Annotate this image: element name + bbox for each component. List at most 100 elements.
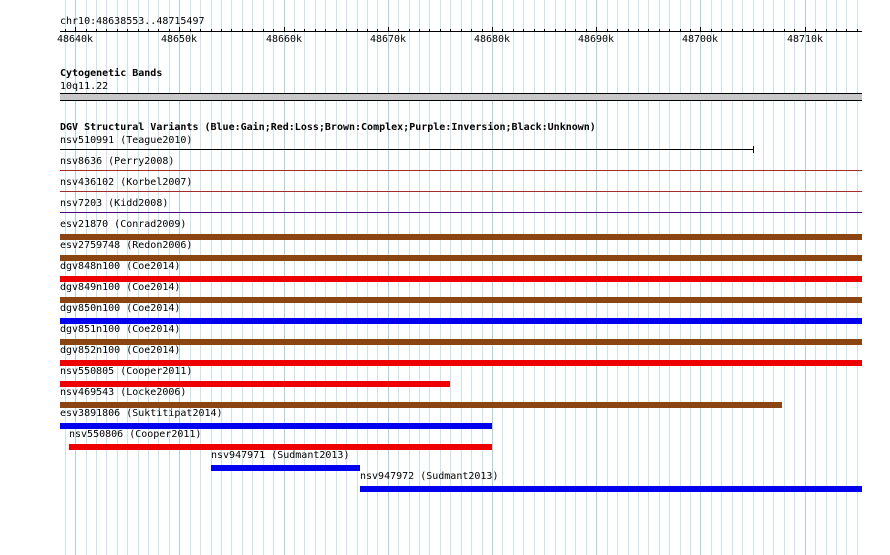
dgv-feature-label[interactable]: dgv849n100 (Coe2014) bbox=[60, 282, 180, 293]
dgv-feature-bar[interactable] bbox=[211, 465, 360, 471]
ruler-minor-tick bbox=[732, 29, 733, 32]
cytoband-label: 10q11.22 bbox=[60, 81, 109, 92]
ruler-minor-tick bbox=[357, 29, 358, 32]
ruler-minor-tick bbox=[450, 29, 451, 32]
ruler-minor-tick bbox=[794, 29, 795, 32]
ruler-minor-tick bbox=[471, 29, 472, 32]
ruler-minor-tick bbox=[826, 29, 827, 32]
ruler-tick-label: 48660k bbox=[265, 34, 303, 45]
ruler-minor-tick bbox=[690, 29, 691, 32]
ruler-major-tick bbox=[596, 27, 597, 32]
ruler-tick-label: 48710k bbox=[786, 34, 824, 45]
cytoband-track-title[interactable]: Cytogenetic Bands bbox=[60, 68, 162, 79]
dgv-feature-label[interactable]: dgv850n100 (Coe2014) bbox=[60, 303, 180, 314]
ruler-minor-tick bbox=[440, 29, 441, 32]
ruler-minor-tick bbox=[555, 29, 556, 32]
ruler-minor-tick bbox=[169, 29, 170, 32]
ruler-minor-tick bbox=[138, 29, 139, 32]
ruler-minor-tick bbox=[273, 29, 274, 32]
dgv-feature-label[interactable]: nsv436102 (Korbel2007) bbox=[60, 177, 192, 188]
dgv-feature-label[interactable]: esv21870 (Conrad2009) bbox=[60, 219, 186, 230]
ruler-minor-tick bbox=[336, 29, 337, 32]
ruler-minor-tick bbox=[502, 29, 503, 32]
ruler-minor-tick bbox=[711, 29, 712, 32]
ruler-minor-tick bbox=[763, 29, 764, 32]
ruler-minor-tick bbox=[617, 29, 618, 32]
ruler-major-tick bbox=[492, 27, 493, 32]
ruler-minor-tick bbox=[294, 29, 295, 32]
ruler-minor-tick bbox=[721, 29, 722, 32]
ruler-major-tick bbox=[700, 27, 701, 32]
ruler-minor-tick bbox=[252, 29, 253, 32]
ruler-minor-tick bbox=[117, 29, 118, 32]
ruler-tick-label: 48670k bbox=[369, 34, 407, 45]
dgv-feature-label[interactable]: nsv8636 (Perry2008) bbox=[60, 156, 174, 167]
ruler-minor-tick bbox=[482, 29, 483, 32]
ruler-minor-tick bbox=[544, 29, 545, 32]
dgv-feature-label[interactable]: nsv550806 (Cooper2011) bbox=[69, 429, 201, 440]
ruler-minor-tick bbox=[304, 29, 305, 32]
ruler-minor-tick bbox=[836, 29, 837, 32]
ruler-minor-tick bbox=[857, 29, 858, 32]
ruler-minor-tick bbox=[659, 29, 660, 32]
ruler-minor-tick bbox=[773, 29, 774, 32]
dgv-feature-label[interactable]: nsv7203 (Kidd2008) bbox=[60, 198, 168, 209]
ruler-minor-tick bbox=[409, 29, 410, 32]
ruler-minor-tick bbox=[669, 29, 670, 32]
dgv-feature-end-tick bbox=[753, 146, 754, 153]
dgv-track-title[interactable]: DGV Structural Variants (Blue:Gain;Red:L… bbox=[60, 122, 596, 133]
ruler-minor-tick bbox=[190, 29, 191, 32]
ruler-minor-tick bbox=[680, 29, 681, 32]
ruler-minor-tick bbox=[65, 29, 66, 32]
ruler-tick-label: 48700k bbox=[681, 34, 719, 45]
ruler-tick-label: 48680k bbox=[473, 34, 511, 45]
dgv-feature-label[interactable]: esv2759748 (Redon2006) bbox=[60, 240, 192, 251]
genome-browser-panel: chr10:48638553..48715497 48640k 48650k 486… bbox=[0, 0, 890, 555]
dgv-feature-bar[interactable] bbox=[60, 149, 753, 150]
ruler-minor-tick bbox=[638, 29, 639, 32]
dgv-feature-bar[interactable] bbox=[60, 212, 862, 213]
ruler-minor-tick bbox=[742, 29, 743, 32]
ruler-tick-label: 48690k bbox=[577, 34, 615, 45]
dgv-feature-bar[interactable] bbox=[60, 191, 862, 192]
dgv-feature-label[interactable]: dgv848n100 (Coe2014) bbox=[60, 261, 180, 272]
ruler-major-tick bbox=[75, 27, 76, 32]
ruler-minor-tick bbox=[325, 29, 326, 32]
ruler-minor-tick bbox=[242, 29, 243, 32]
ruler-minor-tick bbox=[315, 29, 316, 32]
ruler-minor-tick bbox=[263, 29, 264, 32]
dgv-feature-label[interactable]: nsv550805 (Cooper2011) bbox=[60, 366, 192, 377]
dgv-feature-bar[interactable] bbox=[360, 486, 862, 492]
ruler-minor-tick bbox=[513, 29, 514, 32]
dgv-feature-label[interactable]: dgv851n100 (Coe2014) bbox=[60, 324, 180, 335]
dgv-feature-label[interactable]: nsv947971 (Sudmant2013) bbox=[211, 450, 349, 461]
ruler-minor-tick bbox=[158, 29, 159, 32]
ruler-minor-tick bbox=[398, 29, 399, 32]
dgv-feature-bar[interactable] bbox=[60, 170, 862, 171]
ruler-minor-tick bbox=[377, 29, 378, 32]
ruler-minor-tick bbox=[211, 29, 212, 32]
ruler-minor-tick bbox=[784, 29, 785, 32]
dgv-feature-label[interactable]: nsv947972 (Sudmant2013) bbox=[360, 471, 498, 482]
ruler-minor-tick bbox=[575, 29, 576, 32]
ruler-minor-tick bbox=[221, 29, 222, 32]
ruler-minor-tick bbox=[586, 29, 587, 32]
ruler-tick-label: 48650k bbox=[160, 34, 198, 45]
ruler-minor-tick bbox=[648, 29, 649, 32]
ruler-minor-tick bbox=[607, 29, 608, 32]
ruler-minor-tick bbox=[461, 29, 462, 32]
dgv-feature-label[interactable]: nsv510991 (Teague2010) bbox=[60, 135, 192, 146]
dgv-feature-label[interactable]: dgv852n100 (Coe2014) bbox=[60, 345, 180, 356]
ruler-minor-tick bbox=[565, 29, 566, 32]
ruler-minor-tick bbox=[534, 29, 535, 32]
ruler-minor-tick bbox=[628, 29, 629, 32]
ruler-minor-tick bbox=[429, 29, 430, 32]
cytoband-10q11-22[interactable] bbox=[60, 93, 862, 101]
dgv-feature-label[interactable]: esv3891806 (Suktitipat2014) bbox=[60, 408, 223, 419]
ruler-minor-tick bbox=[753, 29, 754, 32]
ruler-minor-tick bbox=[846, 29, 847, 32]
ruler-minor-tick bbox=[231, 29, 232, 32]
ruler-minor-tick bbox=[200, 29, 201, 32]
dgv-feature-label[interactable]: nsv469543 (Locke2006) bbox=[60, 387, 186, 398]
ruler-minor-tick bbox=[148, 29, 149, 32]
